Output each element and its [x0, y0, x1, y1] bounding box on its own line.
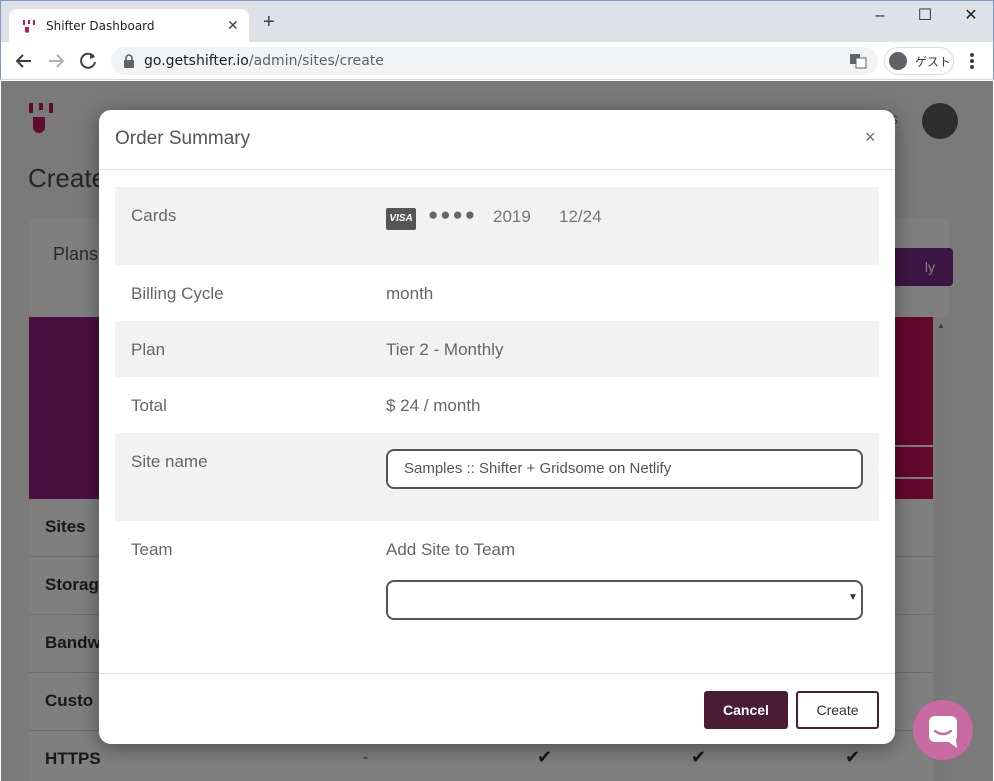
modal-title: Order Summary	[115, 128, 251, 149]
billing-cycle-label: Billing Cycle	[131, 284, 224, 303]
create-button[interactable]: Create	[796, 691, 879, 729]
chevron-down-icon: ▼	[848, 592, 858, 603]
billing-cycle-row: Billing Cycle month	[115, 265, 879, 321]
translate-icon[interactable]	[849, 53, 867, 69]
forward-arrow-icon[interactable]	[45, 50, 67, 72]
url-text: go.getshifter.io/admin/sites/create	[144, 53, 384, 69]
browser-tab[interactable]: Shifter Dashboard ✕	[9, 9, 249, 43]
browser-menu-icon[interactable]	[964, 50, 980, 72]
visa-card-icon: VISA	[386, 208, 416, 230]
tab-close-icon[interactable]: ✕	[227, 17, 239, 34]
tab-title: Shifter Dashboard	[46, 19, 155, 33]
total-label: Total	[131, 396, 167, 415]
card-expiry: 12/24	[559, 207, 602, 226]
total-value: $ 24 / month	[386, 396, 481, 415]
cards-row: Cards VISA ●●●● 2019 12/24	[115, 187, 879, 265]
chat-launcher-button[interactable]	[913, 700, 973, 760]
cancel-button[interactable]: Cancel	[704, 691, 788, 729]
browser-toolbar: go.getshifter.io/admin/sites/create ゲスト	[0, 42, 994, 80]
browser-tab-bar: Shifter Dashboard ✕ + – ☐ ✕	[0, 0, 994, 43]
plan-value: Tier 2 - Monthly	[386, 340, 504, 359]
plan-label: Plan	[131, 340, 166, 359]
maximize-icon[interactable]: ☐	[902, 7, 948, 25]
team-row: Team Add Site to Team ▼	[115, 521, 879, 641]
chat-icon	[929, 716, 957, 748]
window-close-icon[interactable]: ✕	[948, 7, 994, 25]
back-arrow-icon[interactable]	[13, 50, 35, 72]
modal-footer: Cancel Create	[99, 673, 895, 744]
shifter-favicon-icon	[23, 20, 35, 33]
url-path: /admin/sites/create	[248, 53, 384, 69]
address-bar[interactable]: go.getshifter.io/admin/sites/create	[111, 47, 878, 75]
card-mask: ●●●●	[428, 205, 478, 224]
team-select[interactable]: ▼	[386, 580, 863, 620]
order-summary-modal: Order Summary × Cards VISA ●●●● 2019 12/…	[99, 110, 895, 744]
cards-label: Cards	[131, 206, 177, 225]
site-name-row: Site name Samples :: Shifter + Gridsome …	[115, 433, 879, 521]
lock-icon	[124, 54, 134, 68]
team-label: Team	[131, 540, 173, 559]
site-name-label: Site name	[131, 452, 208, 471]
url-host: go.getshifter.io	[144, 53, 249, 69]
reload-icon[interactable]	[77, 50, 99, 72]
profile-avatar-icon	[889, 52, 907, 70]
site-name-input[interactable]: Samples :: Shifter + Gridsome on Netlify	[386, 449, 863, 489]
new-tab-icon[interactable]: +	[263, 12, 275, 32]
total-row: Total $ 24 / month	[115, 377, 879, 433]
minimize-icon[interactable]: –	[857, 7, 903, 25]
close-icon[interactable]: ×	[865, 127, 876, 148]
team-hint: Add Site to Team	[386, 540, 516, 559]
plan-row: Plan Tier 2 - Monthly	[115, 321, 879, 377]
modal-header: Order Summary ×	[99, 110, 895, 170]
card-last4: 2019	[493, 207, 531, 226]
profile-button[interactable]: ゲスト	[884, 47, 954, 75]
billing-cycle-value: month	[386, 284, 434, 303]
profile-label: ゲスト	[915, 55, 952, 69]
